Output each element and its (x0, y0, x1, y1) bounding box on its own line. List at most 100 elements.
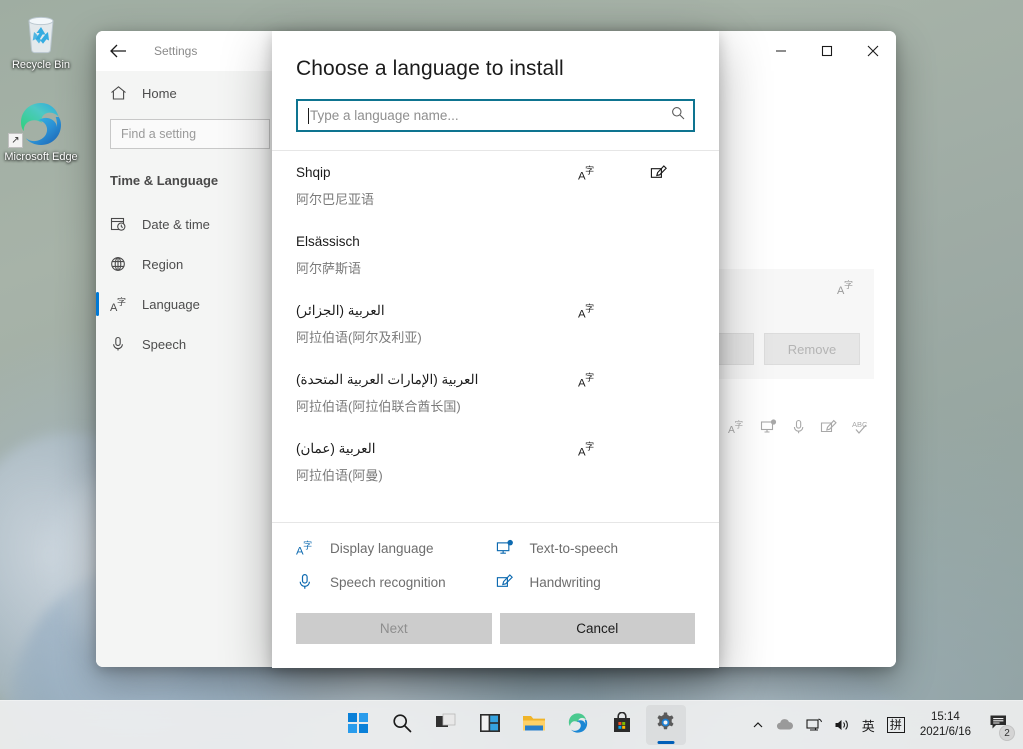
language-translated-name: 阿尔巴尼亚语 (296, 190, 551, 210)
language-list-item[interactable]: العربية (الإمارات العربية المتحدة)阿拉伯语(阿… (296, 358, 695, 427)
handwriting-icon (496, 573, 530, 591)
shortcut-arrow-icon: ↗ (8, 133, 23, 148)
sidebar-item-language[interactable]: A 字 Language (96, 284, 284, 324)
sidebar-item-date-time[interactable]: Date & time (96, 204, 284, 244)
svg-text:字: 字 (585, 440, 594, 451)
legend-item: Text-to-speech (496, 539, 696, 557)
tray-clock[interactable]: 15:14 2021/6/16 (912, 705, 979, 745)
language-item-feature-icons: A字 (551, 370, 695, 389)
language-native-name: العربية (الجزائر) (296, 301, 551, 321)
selection-indicator (96, 292, 99, 316)
language-search-input[interactable]: Type a language name... (296, 99, 695, 132)
desktop[interactable]: Recycle Bin (0, 0, 1023, 749)
home-icon (110, 85, 136, 101)
language-item-feature-icons: A字 (551, 301, 695, 320)
svg-text:字: 字 (117, 296, 126, 307)
remove-button[interactable]: Remove (764, 333, 860, 365)
close-button[interactable] (850, 31, 896, 71)
language-list-item[interactable]: العربية (الجزائر)阿拉伯语(阿尔及利亚)A字 (296, 289, 695, 358)
taskbar-start-button[interactable] (338, 705, 378, 745)
taskbar-buttons (338, 705, 686, 745)
taskbar-widgets-button[interactable] (470, 705, 510, 745)
sidebar-section-header: Time & Language (110, 173, 284, 188)
maximize-button[interactable] (804, 31, 850, 71)
sidebar-item-region[interactable]: Region (96, 244, 284, 284)
next-button[interactable]: Next (296, 613, 492, 644)
display-language-icon: A字 (551, 164, 623, 182)
dialog-search-wrapper: Type a language name... (272, 81, 719, 132)
cancel-button[interactable]: Cancel (500, 613, 696, 644)
tray-chevron-up-icon[interactable] (747, 707, 769, 743)
desktop-icon-recycle-bin[interactable]: Recycle Bin (2, 8, 80, 72)
taskbar-file-explorer-button[interactable] (514, 705, 554, 745)
taskbar[interactable]: 英 拼 15:14 2021/6/16 2 (0, 700, 1023, 749)
microsoft-edge-icon (567, 712, 589, 739)
legend-item-label: Handwriting (530, 575, 601, 590)
dialog-title: Choose a language to install (272, 31, 719, 81)
language-item-texts: العربية (الإمارات العربية المتحدة)阿拉伯语(阿… (296, 370, 551, 417)
legend-item-label: Text-to-speech (530, 541, 619, 556)
language-translated-name: 阿拉伯语(阿拉伯联合酋长国) (296, 397, 551, 417)
text-to-speech-icon (496, 539, 530, 557)
tray-ime-language-indicator[interactable]: 英 (857, 707, 880, 743)
language-native-name: Elsässisch (296, 232, 551, 252)
sidebar-item-label: Home (142, 86, 177, 101)
folder-icon (522, 713, 546, 738)
svg-text:字: 字 (585, 164, 594, 175)
tray-volume-icon[interactable] (829, 707, 855, 743)
back-button[interactable] (96, 31, 140, 71)
window-controls (758, 31, 896, 71)
desktop-icon-microsoft-edge[interactable]: ↗ Microsoft Edge (2, 100, 80, 164)
language-list-item[interactable]: Shqip阿尔巴尼亚语A字 (296, 151, 695, 220)
tray-time: 15:14 (931, 710, 960, 725)
language-item-texts: Shqip阿尔巴尼亚语 (296, 163, 551, 210)
taskbar-microsoft-edge-button[interactable] (558, 705, 598, 745)
settings-search-placeholder: Find a setting (121, 127, 196, 141)
language-list-item[interactable]: Elsässisch 阿尔萨斯语 (296, 220, 695, 289)
taskbar-search-button[interactable] (382, 705, 422, 745)
legend-item: Handwriting (496, 573, 696, 591)
tray-notification-button[interactable]: 2 (981, 706, 1017, 744)
svg-text:字: 字 (844, 279, 853, 290)
legend-item-label: Display language (330, 541, 434, 556)
task-view-icon (435, 713, 457, 738)
language-list-item[interactable]: العربية (عمان)阿拉伯语(阿曼)A字 (296, 427, 695, 496)
handwriting-icon (623, 164, 695, 182)
search-icon (671, 106, 685, 125)
language-list[interactable]: Shqip阿尔巴尼亚语A字Elsässisch阿尔萨斯语العربية (الج… (272, 151, 719, 522)
globe-icon (110, 256, 136, 272)
choose-language-dialog[interactable]: Choose a language to install Type a lang… (272, 31, 719, 668)
svg-text:字: 字 (585, 371, 594, 382)
taskbar-microsoft-store-button[interactable] (602, 705, 642, 745)
feature-legend: A字Display languageText-to-speechSpeech r… (272, 523, 719, 599)
settings-search-input[interactable]: Find a setting (110, 119, 270, 149)
handwriting-icon (820, 419, 838, 440)
taskbar-settings-button[interactable] (646, 705, 686, 745)
tray-ime-mode-indicator[interactable]: 拼 (882, 707, 910, 743)
svg-text:ABC: ABC (852, 420, 868, 429)
microsoft-edge-icon: ↗ (2, 100, 80, 148)
language-search-placeholder: Type a language name... (310, 108, 671, 123)
tray-network-icon[interactable] (801, 707, 827, 743)
dialog-buttons: Next Cancel (272, 599, 719, 668)
language-translated-name: 阿拉伯语(阿曼) (296, 466, 551, 486)
svg-text:字: 字 (735, 419, 743, 429)
ime-mode-label: 拼 (887, 717, 905, 733)
tray-onedrive-cloud-icon[interactable] (771, 707, 799, 743)
windows-logo-icon (348, 713, 368, 738)
language-item-feature-icons (551, 232, 695, 233)
language-native-name: العربية (عمان) (296, 439, 551, 459)
speech-recognition-icon (296, 573, 330, 591)
desktop-icon-label: Recycle Bin (2, 59, 80, 72)
legend-item: A字Display language (296, 539, 496, 557)
recycle-bin-icon (2, 8, 80, 56)
window-title: Settings (154, 44, 197, 58)
minimize-button[interactable] (758, 31, 804, 71)
sidebar-item-label: Date & time (142, 217, 210, 232)
language-translated-name: 阿尔萨斯语 (296, 259, 551, 279)
language-item-texts: Elsässisch 阿尔萨斯语 (296, 232, 551, 279)
taskbar-task-view-button[interactable] (426, 705, 466, 745)
sidebar-item-speech[interactable]: Speech (96, 324, 284, 364)
svg-text:字: 字 (585, 302, 594, 313)
sidebar-item-home[interactable]: Home (96, 73, 284, 113)
